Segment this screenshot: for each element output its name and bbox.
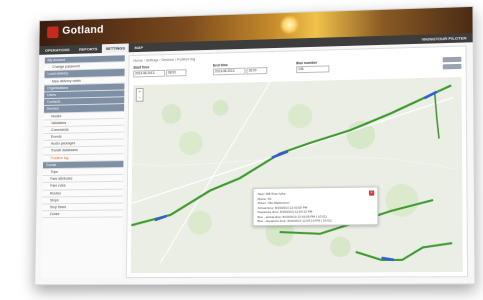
zoom-control: + − [135, 87, 144, 102]
start-time-label: Start time [133, 65, 150, 70]
sidebar: My account Change password Local delivery N… [41, 55, 125, 279]
end-date-input[interactable]: 2013-08-2013 [212, 67, 246, 76]
nav-map[interactable]: MAP [131, 43, 147, 52]
start-date-input[interactable]: 2013-08-2013 [133, 69, 166, 78]
app-window: Gotland OPERATIONS REPORTS SETTINGS MAP … [34, 5, 476, 286]
map-view[interactable]: + − × Stop: Mill Rute fyrka Route: 45 Dr… [130, 77, 463, 274]
bus-number-input[interactable]: 105 [296, 65, 330, 74]
popup-stop: Stop: Mill Rute fyrka [257, 191, 286, 196]
nav-reports[interactable]: REPORTS [75, 44, 101, 53]
start-time-input[interactable]: 08:00 [166, 69, 187, 77]
end-time-input[interactable]: 18:00 [246, 67, 268, 75]
logo-text: Gotland [62, 23, 104, 37]
clear-button[interactable] [442, 63, 462, 70]
nav-settings[interactable]: SETTINGS [101, 43, 129, 54]
nav-operations[interactable]: OPERATIONS [41, 45, 73, 55]
bus-number-label: Bus number [296, 60, 318, 66]
popup-bus-departure: Bus - departure time: 8/19/2013 12:04:10… [257, 218, 332, 224]
screenshot-stage: Gotland OPERATIONS REPORTS SETTINGS MAP … [0, 0, 483, 300]
main-content: Home › Settings › Devices › Position log… [125, 45, 469, 279]
zoom-out-button[interactable]: − [137, 95, 143, 101]
stop-info-popup: × Stop: Mill Rute fyrka Route: 45 Driver… [252, 186, 379, 227]
end-time-label: End time [212, 63, 228, 68]
map-background-features [131, 81, 454, 264]
sidebar-item-zones[interactable]: Zones [42, 210, 123, 219]
close-icon[interactable]: × [369, 190, 375, 196]
search-button[interactable] [442, 56, 462, 63]
breadcrumb[interactable]: Home › Settings › Devices › Position log [133, 57, 195, 63]
map-canvas[interactable] [131, 77, 454, 264]
logo-icon [47, 26, 59, 39]
sunset-graphic [279, 14, 300, 36]
current-user[interactable]: VIKINGTOUR PILOTEN [421, 33, 466, 43]
